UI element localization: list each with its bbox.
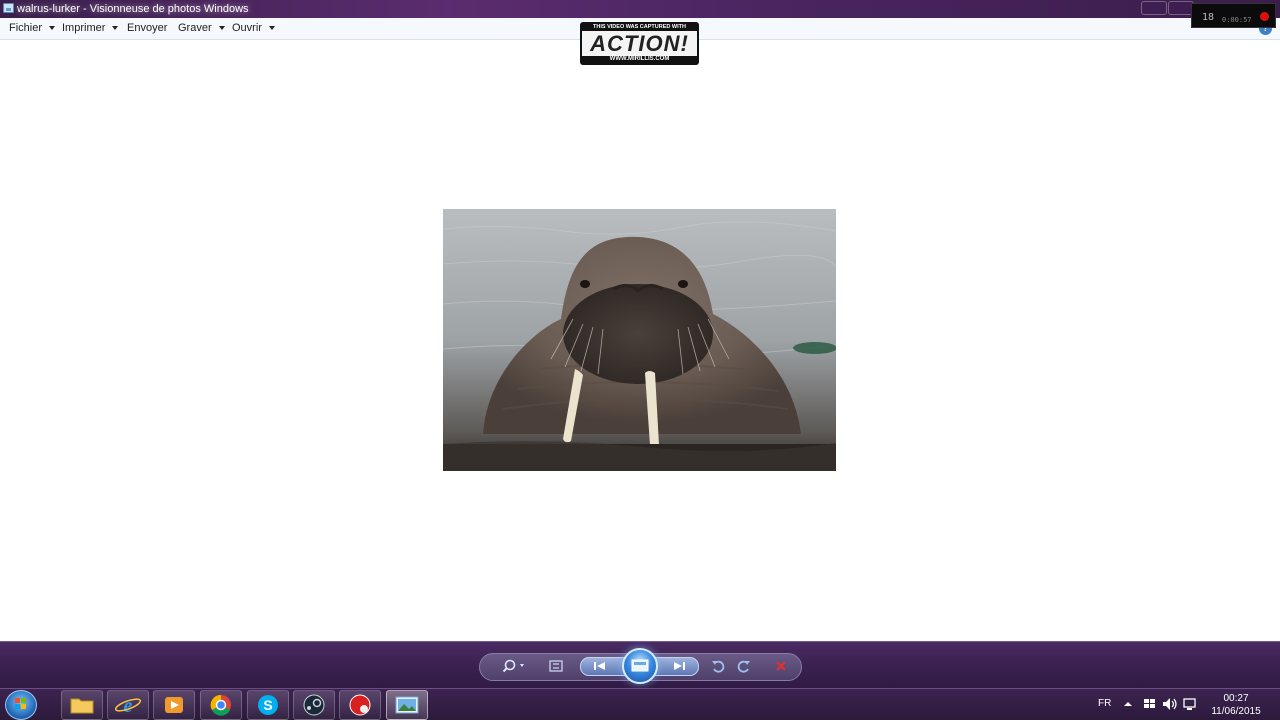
taskbar: e S FR 00:27 11/06/2015 [0, 688, 1280, 720]
menu-fichier[interactable]: Fichier [9, 18, 56, 39]
zoom-icon [502, 659, 524, 673]
network-icon[interactable] [1183, 697, 1197, 711]
rotate-right-icon [737, 660, 750, 673]
menu-imprimer-label: Imprimer [62, 22, 106, 34]
recording-overlay: 18 0:00:57 [1191, 3, 1276, 28]
skype-icon: S [258, 695, 278, 715]
svg-text:e: e [124, 695, 133, 717]
menu-imprimer[interactable]: Imprimer [62, 18, 119, 39]
slideshow-button[interactable] [622, 648, 658, 684]
previous-button[interactable] [589, 658, 611, 674]
clock-time: 00:27 [1223, 693, 1249, 704]
chrome-icon [210, 694, 231, 716]
taskbar-steam[interactable] [293, 690, 335, 720]
zoom-button[interactable] [500, 657, 528, 675]
recording-time: 0:00:57 [1222, 16, 1252, 24]
menu-envoyer[interactable]: Envoyer [127, 18, 167, 39]
dropdown-arrow-icon [49, 26, 56, 30]
start-button[interactable] [5, 690, 37, 720]
displayed-photo [443, 209, 836, 471]
rotate-left-button[interactable] [708, 657, 728, 675]
capture-watermark: THIS VIDEO WAS CAPTURED WITH ACTION! WWW… [580, 22, 699, 65]
next-button[interactable] [668, 658, 690, 674]
recorder-icon [349, 694, 371, 716]
taskbar-skype[interactable]: S [247, 690, 289, 720]
window-title: walrus-lurker - Visionneuse de photos Wi… [17, 3, 249, 15]
media-player-icon [165, 697, 183, 713]
actual-size-icon [549, 660, 563, 672]
menu-ouvrir-label: Ouvrir [232, 22, 262, 34]
system-clock[interactable]: 00:27 11/06/2015 [1200, 692, 1272, 718]
clock-date: 11/06/2015 [1211, 706, 1261, 717]
menu-graver[interactable]: Graver [178, 18, 225, 39]
svg-text:S: S [263, 697, 272, 713]
previous-icon [594, 662, 605, 670]
slideshow-icon [631, 659, 649, 672]
taskbar-recorder[interactable] [339, 690, 381, 720]
taskbar-file-explorer[interactable] [61, 690, 103, 720]
minimize-button[interactable] [1141, 1, 1167, 15]
watermark-logo: ACTION! [582, 31, 697, 56]
steam-icon [303, 694, 325, 716]
watermark-url: WWW.MIRILLIS.COM [609, 56, 670, 62]
rotate-left-icon [712, 660, 725, 673]
menu-ouvrir[interactable]: Ouvrir [232, 18, 275, 39]
action-center-flag-icon[interactable] [1143, 698, 1157, 710]
delete-icon [776, 661, 786, 671]
start-orb-icon [15, 698, 26, 709]
menu-fichier-label: Fichier [9, 22, 43, 34]
taskbar-media-player[interactable] [153, 690, 195, 720]
file-explorer-icon [70, 698, 94, 714]
internet-explorer-icon: e [114, 695, 142, 717]
title-bar: walrus-lurker - Visionneuse de photos Wi… [0, 0, 1280, 18]
language-indicator[interactable]: FR [1098, 698, 1111, 709]
dropdown-arrow-icon [218, 26, 225, 30]
show-hidden-icons-icon[interactable] [1124, 701, 1132, 707]
actual-size-button[interactable] [546, 657, 566, 675]
fps-counter: 18 [1202, 12, 1215, 23]
taskbar-photo-viewer[interactable] [386, 690, 428, 720]
menu-graver-label: Graver [178, 22, 212, 34]
dropdown-arrow-icon [112, 26, 119, 30]
taskbar-internet-explorer[interactable]: e [107, 690, 149, 720]
next-icon [674, 662, 685, 670]
volume-icon[interactable] [1162, 697, 1178, 711]
menu-envoyer-label: Envoyer [127, 22, 168, 34]
delete-button[interactable] [771, 657, 791, 675]
photo-viewer-app-icon [3, 3, 14, 13]
watermark-top-text: THIS VIDEO WAS CAPTURED WITH [593, 24, 686, 30]
taskbar-chrome[interactable] [200, 690, 242, 720]
photo-viewer-icon [395, 696, 419, 714]
rotate-right-button[interactable] [734, 657, 754, 675]
walrus-photo [443, 209, 836, 471]
record-dot-icon [1260, 12, 1269, 21]
dropdown-arrow-icon [268, 26, 275, 30]
